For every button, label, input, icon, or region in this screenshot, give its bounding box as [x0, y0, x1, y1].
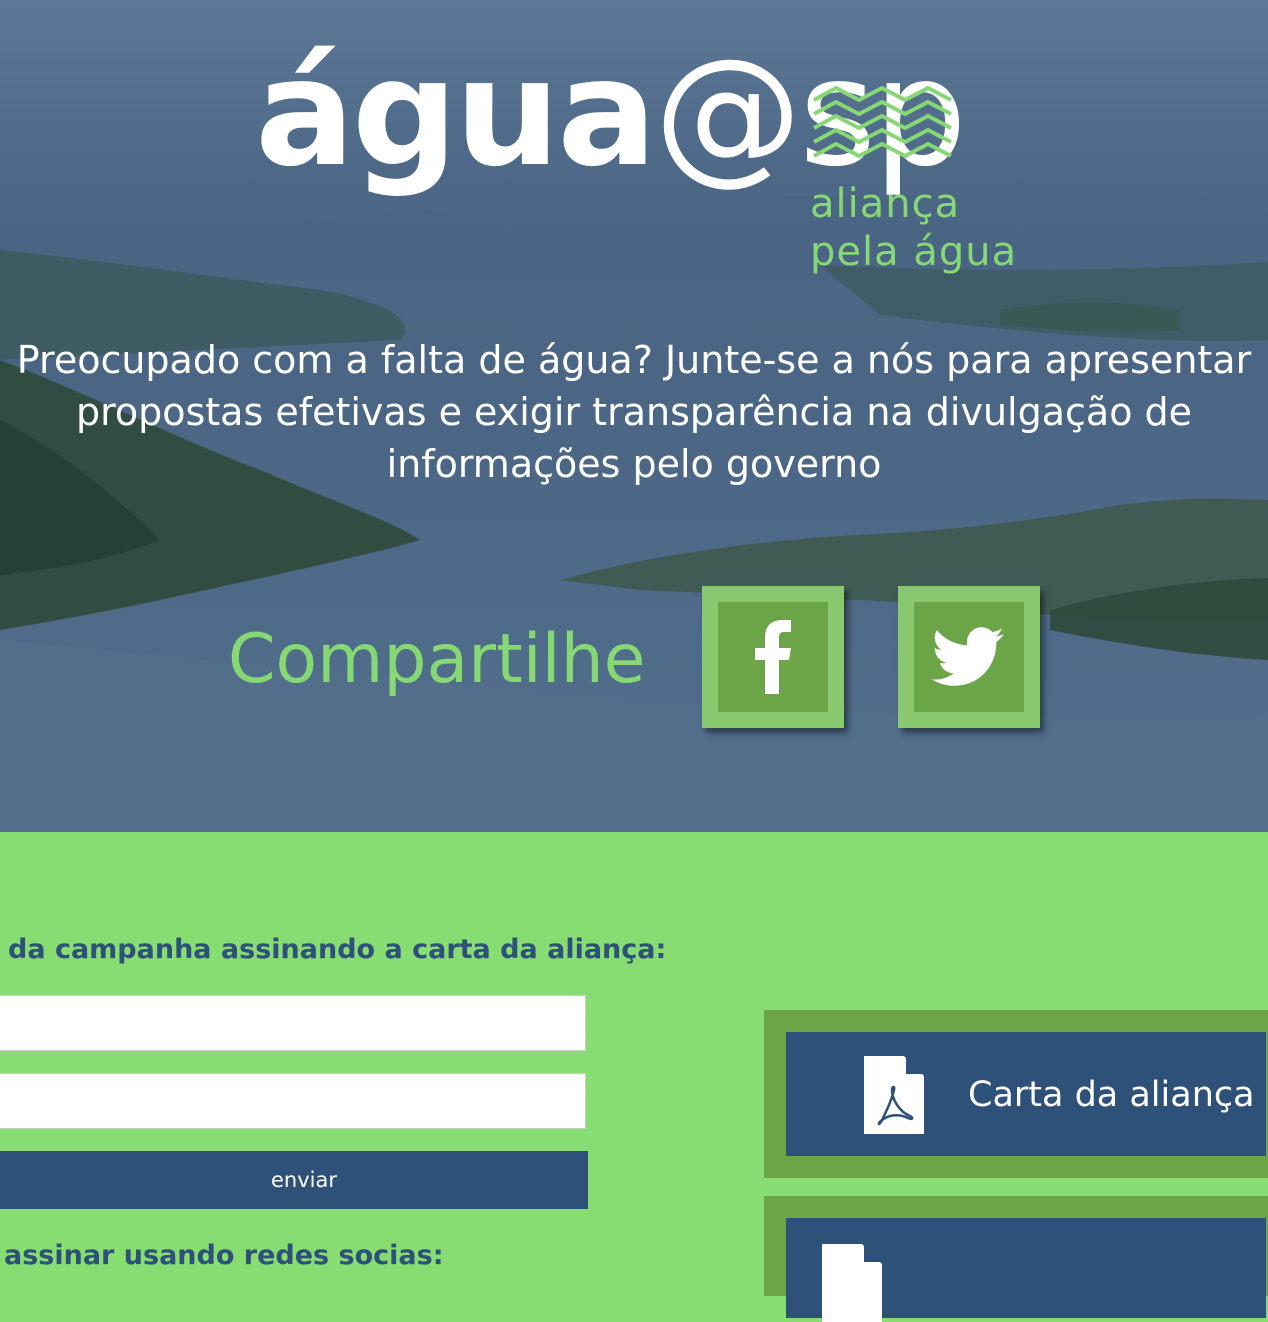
pdf-file-icon	[822, 1244, 882, 1322]
email-field[interactable]	[0, 1073, 586, 1129]
twitter-share-inner	[914, 602, 1024, 712]
logo-word-bold: água	[255, 27, 657, 199]
form-intro-text: da campanha assinando a carta da aliança…	[8, 934, 667, 965]
facebook-icon	[755, 620, 791, 694]
logo-sub-line1: aliança	[810, 181, 961, 227]
facebook-share-button[interactable]	[702, 586, 844, 728]
tagline-line: informações pelo governo	[386, 442, 882, 486]
document-label: Carta da aliança	[968, 1075, 1255, 1115]
logo-subtitle: aliança pela água	[810, 180, 1017, 276]
document-card-carta: Carta da aliança	[764, 1010, 1268, 1178]
hero-tagline: Preocupado com a falta de água? Junte-se…	[0, 334, 1268, 490]
tagline-line: Preocupado com a falta de água? Junte-se…	[16, 338, 1252, 382]
facebook-share-inner	[718, 602, 828, 712]
waves-logo-icon	[813, 86, 952, 158]
share-label: Compartilhe	[228, 620, 646, 699]
tagline-line: propostas efetivas e exigir transparênci…	[75, 390, 1193, 434]
submit-button[interactable]: enviar	[0, 1151, 588, 1209]
twitter-icon	[932, 627, 1004, 686]
carta-download-button[interactable]: Carta da aliança	[786, 1032, 1266, 1156]
second-document-button[interactable]	[786, 1218, 1266, 1322]
pdf-file-icon	[864, 1056, 924, 1134]
twitter-share-button[interactable]	[898, 586, 1040, 728]
document-card-second	[764, 1196, 1268, 1322]
hero-section: água@sp aliança pela água Preocupado com…	[0, 0, 1268, 832]
social-sign-intro: assinar usando redes socias:	[4, 1240, 444, 1271]
logo-sub-line2: pela água	[810, 229, 1018, 275]
name-field[interactable]	[0, 995, 586, 1051]
